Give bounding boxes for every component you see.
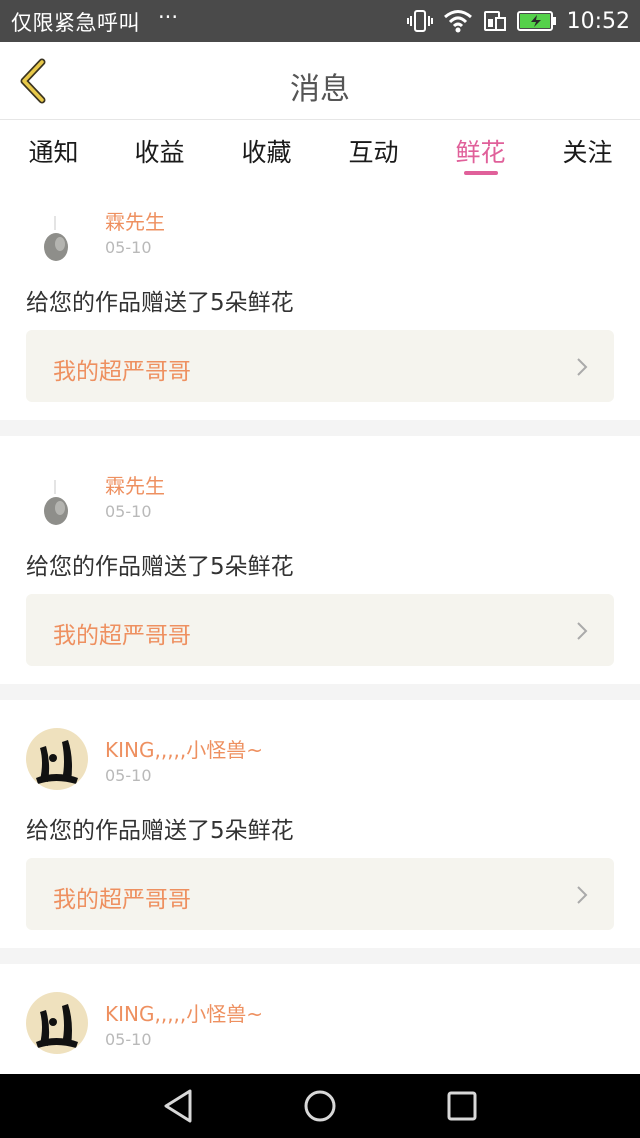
ink-drop-image [26, 472, 88, 534]
chevron-right-icon [577, 358, 588, 376]
carrier-text: 仅限紧急呼叫 [11, 11, 140, 35]
work-title: 我的超严哥哥 [53, 887, 191, 913]
message-card: KING,,,,,小怪兽~ 05-10 [0, 964, 640, 1074]
work-link[interactable]: 我的超严哥哥 [26, 594, 614, 666]
tab-interactions[interactable]: 互动 [320, 133, 427, 169]
message-date: 05-10 [105, 766, 152, 785]
home-circle-icon[interactable] [300, 1086, 340, 1126]
message-card: 霖先生 05-10 给您的作品赠送了5朵鲜花 我的超严哥哥 [0, 180, 640, 420]
sender-name[interactable]: 霖先生 [105, 470, 165, 499]
clock: 10:52 [566, 8, 630, 34]
back-triangle-icon[interactable] [158, 1086, 198, 1126]
app-header: 消息 [0, 42, 640, 120]
more-notifications: ··· [158, 5, 179, 29]
sim-icon [483, 9, 507, 33]
system-nav-bar [0, 1074, 640, 1138]
work-link[interactable]: 我的超严哥哥 [26, 858, 614, 930]
ink-drop-avatar[interactable] [26, 472, 88, 534]
message-text: 给您的作品赠送了5朵鲜花 [26, 554, 294, 580]
tab-follows[interactable]: 关注 [534, 133, 640, 169]
sender-name[interactable]: KING,,,,,小怪兽~ [105, 998, 263, 1027]
message-date: 05-10 [105, 502, 152, 521]
card-divider [0, 948, 640, 964]
calligraphy-image [26, 728, 88, 790]
status-bar: 仅限紧急呼叫 ··· 10:52 [0, 0, 640, 42]
tab-bar: 通知 收益 收藏 互动 鲜花 关注 [0, 121, 640, 179]
calligraphy-avatar[interactable] [26, 728, 88, 790]
message-card: 霖先生 05-10 给您的作品赠送了5朵鲜花 我的超严哥哥 [0, 436, 640, 684]
message-text: 给您的作品赠送了5朵鲜花 [26, 290, 294, 316]
battery-charging-icon [516, 10, 557, 32]
message-date: 05-10 [105, 1030, 152, 1049]
sender-name[interactable]: 霖先生 [105, 206, 165, 235]
wifi-icon [443, 9, 473, 33]
tab-favorites[interactable]: 收藏 [213, 133, 320, 169]
active-tab-indicator [464, 171, 498, 175]
chevron-right-icon [577, 886, 588, 904]
sender-name[interactable]: KING,,,,,小怪兽~ [105, 734, 263, 763]
work-title: 我的超严哥哥 [53, 359, 191, 385]
card-divider [0, 684, 640, 700]
ink-drop-image [26, 208, 88, 270]
work-title: 我的超严哥哥 [53, 623, 191, 649]
calligraphy-image [26, 992, 88, 1054]
chevron-right-icon [577, 622, 588, 640]
card-divider [0, 420, 640, 436]
message-date: 05-10 [105, 238, 152, 257]
ink-drop-avatar[interactable] [26, 208, 88, 270]
calligraphy-avatar[interactable] [26, 992, 88, 1054]
tab-notifications[interactable]: 通知 [0, 133, 107, 169]
vibrate-icon [406, 9, 433, 33]
page-title: 消息 [290, 72, 350, 107]
recents-square-icon[interactable] [442, 1086, 482, 1126]
message-card: KING,,,,,小怪兽~ 05-10 给您的作品赠送了5朵鲜花 我的超严哥哥 [0, 700, 640, 948]
work-link[interactable]: 我的超严哥哥 [26, 330, 614, 402]
tab-earnings[interactable]: 收益 [106, 133, 213, 169]
message-text: 给您的作品赠送了5朵鲜花 [26, 818, 294, 844]
tab-flowers[interactable]: 鲜花 [427, 133, 534, 169]
